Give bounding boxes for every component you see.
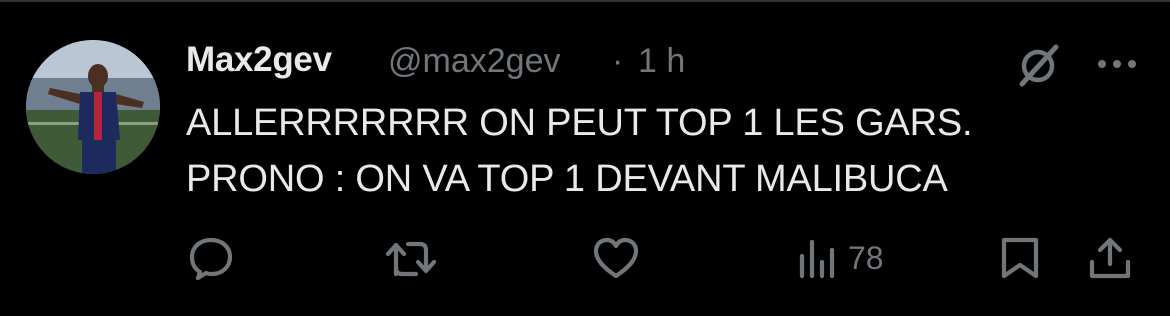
timestamp[interactable]: 1 h xyxy=(638,42,685,81)
views-button[interactable]: 78 xyxy=(796,234,884,282)
bookmark-button[interactable] xyxy=(998,234,1042,282)
display-name[interactable]: Max2gev xyxy=(186,40,332,80)
share-icon xyxy=(1089,237,1131,279)
tweet-text-line-1: ALLERRRRRRR ON PEUT TOP 1 LES GARS. xyxy=(186,102,973,144)
tweet[interactable]: Max2gev @max2gev · 1 h ALLERRRRRRR ON PE… xyxy=(0,0,1170,316)
avatar[interactable] xyxy=(26,40,160,174)
heart-icon xyxy=(593,237,639,279)
tweet-text-line-2: PRONO : ON VA TOP 1 DEVANT MALIBUCA xyxy=(186,158,948,200)
user-handle[interactable]: @max2gev xyxy=(388,42,560,81)
share-button[interactable] xyxy=(1086,234,1134,282)
bookmark-icon xyxy=(1001,237,1039,279)
more-icon[interactable] xyxy=(1094,54,1140,74)
like-button[interactable] xyxy=(590,234,642,282)
views-icon xyxy=(799,239,835,279)
views-count: 78 xyxy=(848,239,884,276)
reply-button[interactable] xyxy=(186,234,236,282)
grok-icon[interactable] xyxy=(1016,42,1062,88)
reply-icon xyxy=(189,237,233,281)
retweet-icon xyxy=(385,241,437,277)
retweet-button[interactable] xyxy=(384,234,442,282)
separator: · xyxy=(612,42,624,80)
